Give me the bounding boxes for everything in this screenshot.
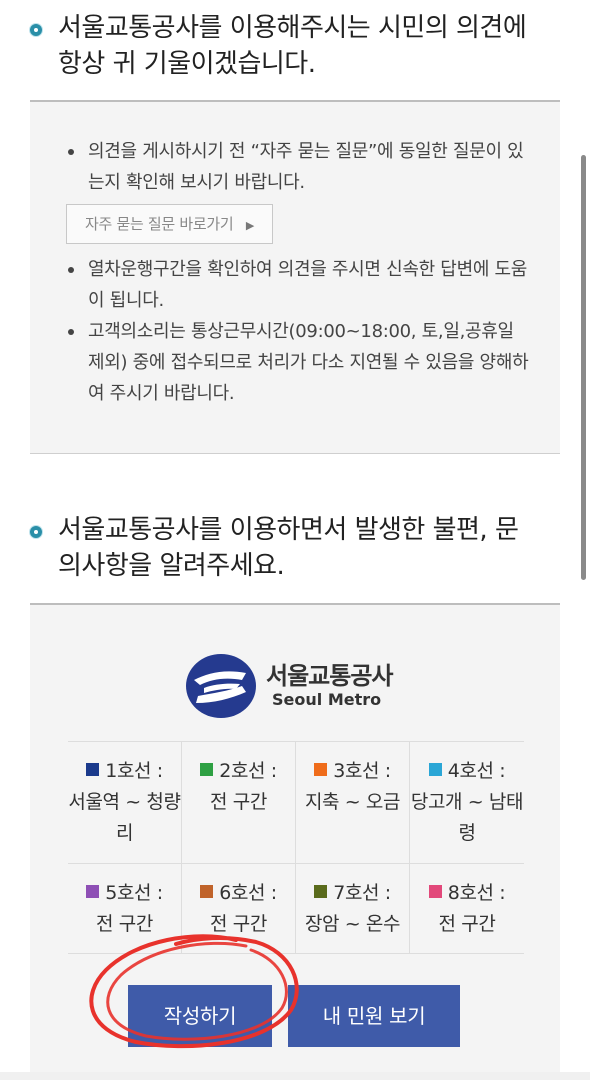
section-heading-complaint: 서울교통공사를 이용하면서 발생한 불편, 문 의사항을 알려주세요.	[30, 512, 560, 584]
line-route: 전 구간	[96, 913, 153, 935]
notice-item-route: 열차운행구간을 확인하여 의견을 주시면 신속한 답변에 도움이 됩니다.	[66, 254, 530, 316]
line-route: 당고개 ~ 남태령	[410, 791, 524, 844]
circle-bullet-icon	[30, 526, 42, 538]
line-color-swatch	[200, 885, 214, 898]
page: 서울교통공사를 이용해주시는 시민의 의견에 항상 귀 기울이겠습니다. 의견을…	[0, 0, 590, 1080]
faq-shortcut-button[interactable]: 자주 묻는 질문 바로가기 ▶	[66, 204, 274, 244]
title-line: 의사항을 알려주세요.	[58, 551, 285, 581]
line-color-swatch	[86, 885, 100, 898]
notice-list: 의견을 게시하시기 전 “자주 묻는 질문”에 동일한 질문이 있는지 확인해 …	[30, 102, 560, 409]
logo-text: 서울교통공사 Seoul Metro	[266, 662, 393, 710]
title-line: 항상 귀 기울이겠습니다.	[58, 49, 316, 79]
line-label: 4호선 :	[447, 760, 506, 782]
scrollbar-thumb[interactable]	[581, 155, 586, 580]
seoul-metro-logo: 서울교통공사 Seoul Metro	[184, 653, 393, 719]
line-route: 전 구간	[210, 791, 267, 813]
metro-box: 서울교통공사 Seoul Metro 1호선 : 서울역 ~ 청량리 2호선 :…	[30, 603, 560, 1080]
circle-bullet-icon	[30, 24, 42, 36]
line-label: 7호선 :	[333, 882, 391, 904]
section-heading-opinion: 서울교통공사를 이용해주시는 시민의 의견에 항상 귀 기울이겠습니다.	[30, 10, 560, 82]
line-color-swatch	[428, 885, 442, 898]
line-label: 2호선 :	[219, 760, 277, 782]
line-route: 서울역 ~ 청량리	[68, 791, 181, 844]
line-cell: 4호선 : 당고개 ~ 남태령	[410, 742, 524, 864]
line-cell: 6호선 : 전 구간	[182, 864, 296, 954]
write-complaint-button[interactable]: 작성하기	[128, 985, 272, 1047]
triangle-right-icon: ▶	[245, 219, 255, 232]
line-route: 지축 ~ 오금	[304, 791, 401, 813]
notice-item-faq: 의견을 게시하시기 전 “자주 묻는 질문”에 동일한 질문이 있는지 확인해 …	[66, 136, 530, 198]
section-title: 서울교통공사를 이용하면서 발생한 불편, 문 의사항을 알려주세요.	[58, 512, 519, 584]
action-buttons: 작성하기 내 민원 보기	[30, 985, 560, 1047]
line-cell: 5호선 : 전 구간	[68, 864, 182, 954]
line-color-swatch	[86, 763, 100, 776]
line-label: 5호선 :	[105, 882, 163, 904]
line-label: 1호선 :	[105, 760, 163, 782]
title-line: 서울교통공사를 이용해주시는 시민의 의견에	[58, 13, 527, 43]
line-route: 전 구간	[438, 913, 496, 935]
line-cell: 1호선 : 서울역 ~ 청량리	[68, 742, 182, 864]
logo-name-english: Seoul Metro	[272, 690, 382, 709]
line-color-swatch	[314, 885, 328, 898]
line-label: 8호선 :	[447, 882, 506, 904]
line-route: 장암 ~ 온수	[304, 913, 401, 935]
notice-item-hours: 고객의소리는 통상근무시간(09:00~18:00, 토,일,공휴일 제외) 중…	[66, 316, 530, 409]
seoul-metro-emblem-icon	[186, 654, 256, 718]
line-coverage-table: 1호선 : 서울역 ~ 청량리 2호선 : 전 구간 3호선 : 지축 ~ 오금…	[68, 741, 524, 954]
faq-link-row: 자주 묻는 질문 바로가기 ▶	[66, 198, 530, 254]
bottom-edge	[0, 1072, 590, 1080]
line-cell: 7호선 : 장암 ~ 온수	[296, 864, 410, 954]
line-cell: 2호선 : 전 구간	[182, 742, 296, 864]
line-label: 3호선 :	[333, 760, 391, 782]
faq-shortcut-label: 자주 묻는 질문 바로가기	[85, 215, 234, 233]
line-label: 6호선 :	[219, 882, 277, 904]
line-cell: 3호선 : 지축 ~ 오금	[296, 742, 410, 864]
line-color-swatch	[200, 763, 214, 776]
notice-box: 의견을 게시하시기 전 “자주 묻는 질문”에 동일한 질문이 있는지 확인해 …	[30, 100, 560, 454]
line-color-swatch	[314, 763, 328, 776]
line-cell: 8호선 : 전 구간	[410, 864, 524, 954]
line-color-swatch	[428, 763, 442, 776]
logo-name-korean: 서울교통공사	[266, 662, 393, 690]
my-complaints-button[interactable]: 내 민원 보기	[288, 985, 460, 1047]
section-title: 서울교통공사를 이용해주시는 시민의 의견에 항상 귀 기울이겠습니다.	[58, 10, 527, 82]
line-route: 전 구간	[210, 913, 267, 935]
title-line: 서울교통공사를 이용하면서 발생한 불편, 문	[58, 515, 519, 545]
